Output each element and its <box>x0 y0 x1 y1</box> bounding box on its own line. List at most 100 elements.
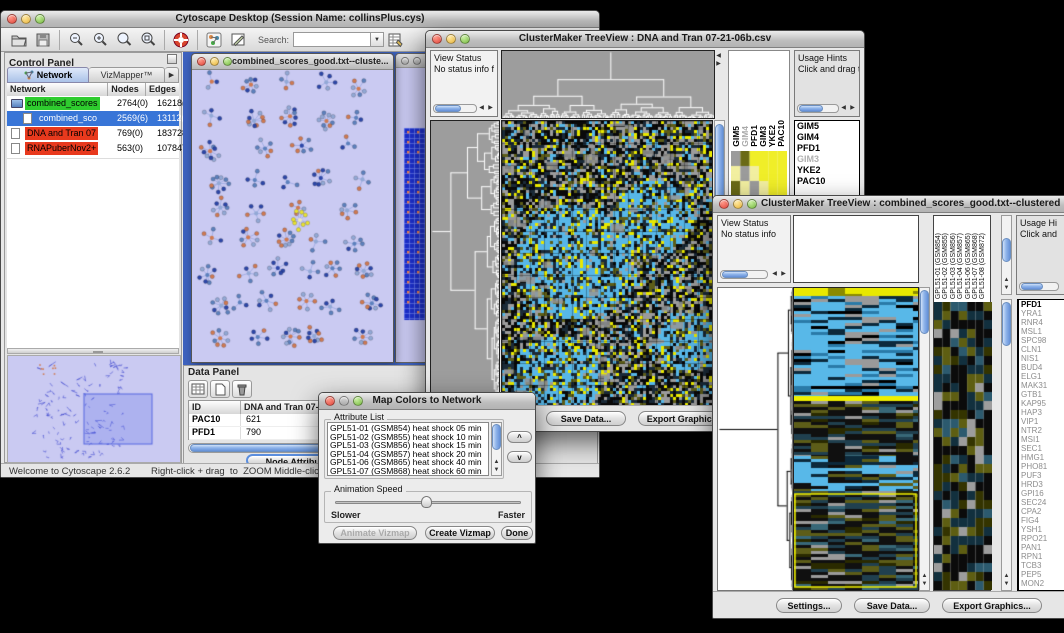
network-canvas[interactable] <box>192 70 393 362</box>
save-data-button[interactable]: Save Data... <box>854 598 930 613</box>
main-title-bar[interactable]: Cytoscape Desktop (Session Name: collins… <box>1 11 599 28</box>
gene-label[interactable]: PFD1 <box>795 143 859 154</box>
attribute-table-icon[interactable] <box>384 29 408 51</box>
treeview1-title-bar[interactable]: ClusterMaker TreeView : DNA and Tran 07-… <box>426 31 864 48</box>
zoom-in-icon[interactable] <box>88 29 112 51</box>
scroll-left-arrow[interactable]: ◀ <box>770 271 779 278</box>
panel-splitter[interactable] <box>7 348 179 354</box>
save-icon[interactable] <box>31 29 55 51</box>
gene-label[interactable]: SPC98 <box>1019 336 1064 345</box>
open-folder-icon[interactable] <box>7 29 31 51</box>
create-vizmap-button[interactable]: Create Vizmap <box>425 526 495 540</box>
treeview1-global-heatmap[interactable] <box>501 120 713 406</box>
gene-label[interactable]: GIM3 <box>795 154 859 165</box>
treeview2-global-heatmap[interactable] <box>793 287 919 591</box>
treeview2-window[interactable]: ClusterMaker TreeView : combined_scores_… <box>712 195 1064 619</box>
gene-label[interactable]: MON2 <box>1019 579 1064 588</box>
export-graphics-button[interactable]: Export Graphics... <box>942 598 1042 613</box>
gene-label[interactable]: PHO81 <box>1019 462 1064 471</box>
close-button[interactable] <box>401 57 409 65</box>
treeview2-gene-dendrogram[interactable] <box>717 287 793 591</box>
gene-label[interactable]: CPA2 <box>1019 507 1064 516</box>
attribute-list-scrollbar[interactable]: ▲▼ <box>491 422 502 476</box>
zoom-window-button[interactable] <box>223 57 232 66</box>
gene-label[interactable]: SEC1 <box>1019 444 1064 453</box>
gene-label[interactable]: PAC10 <box>795 176 859 187</box>
settings-button[interactable]: Settings... <box>776 598 842 613</box>
treeview2-gene-list[interactable]: PFD1YRA1RNR4MSL1SPC98CLN1NIS1BUD4ELG1MAK… <box>1017 299 1064 591</box>
gene-label[interactable]: VIP1 <box>1019 417 1064 426</box>
gene-label[interactable]: BUD4 <box>1019 363 1064 372</box>
gene-label[interactable]: MSI1 <box>1019 435 1064 444</box>
gene-label[interactable]: TCB3 <box>1019 561 1064 570</box>
view-status-hscrollbar[interactable] <box>433 104 477 113</box>
gene-label[interactable]: HAP3 <box>1019 408 1064 417</box>
close-button[interactable] <box>197 57 206 66</box>
help-lifering-icon[interactable] <box>169 29 193 51</box>
tab-vizmapper[interactable]: VizMapper™ <box>89 67 165 83</box>
delete-attribute-icon[interactable] <box>232 380 252 398</box>
gene-label[interactable]: CLN1 <box>1019 345 1064 354</box>
search-input[interactable] <box>293 32 371 47</box>
animate-vizmap-button[interactable]: Animate Vizmap <box>333 526 417 540</box>
treeview2-zoom-heatmap[interactable] <box>934 302 992 590</box>
gene-label[interactable]: YSH1 <box>1019 525 1064 534</box>
zoom-selected-icon[interactable] <box>136 29 160 51</box>
gene-label[interactable]: PAN1 <box>1019 543 1064 552</box>
gene-label[interactable]: HMG1 <box>1019 453 1064 462</box>
gene-label[interactable]: RNR4 <box>1019 318 1064 327</box>
minimize-button[interactable] <box>210 57 219 66</box>
scroll-left-arrow[interactable]: ◀ <box>839 105 848 112</box>
gene-label[interactable]: GPI16 <box>1019 489 1064 498</box>
gene-label[interactable]: KAP95 <box>1019 399 1064 408</box>
dialog-title-bar[interactable]: Map Colors to Network <box>319 393 535 410</box>
float-panel-icon[interactable] <box>167 54 177 64</box>
gene-label[interactable]: MSL1 <box>1019 327 1064 336</box>
tab-network[interactable]: Network <box>7 67 89 83</box>
scroll-right-arrow[interactable]: ▶ <box>486 105 495 112</box>
network-table-row[interactable]: combined_scores2764(0)16218(0) <box>7 96 179 111</box>
tab-overflow-button[interactable]: ▶ <box>165 67 179 83</box>
attribute-item[interactable]: GPL51-07 (GSM868) heat shock 60 min <box>330 467 486 476</box>
treeview1-array-dendrogram[interactable] <box>501 50 715 119</box>
gene-label[interactable]: YRA1 <box>1019 309 1064 318</box>
new-attribute-icon[interactable] <box>210 380 230 398</box>
done-button[interactable]: Done <box>501 526 533 540</box>
vizmapper-icon[interactable] <box>202 29 226 51</box>
minimize-button[interactable] <box>413 57 421 65</box>
view-status-hscrollbar[interactable] <box>720 270 768 279</box>
gene-label[interactable]: GTB1 <box>1019 390 1064 399</box>
gene-label[interactable]: NTR2 <box>1019 426 1064 435</box>
map-colors-dialog[interactable]: Map Colors to Network Attribute List GPL… <box>318 392 536 544</box>
gene-label[interactable]: SEC24 <box>1019 498 1064 507</box>
gene-label[interactable]: MAK31 <box>1019 381 1064 390</box>
annotation-icon[interactable] <box>226 29 250 51</box>
treeview2-title-bar[interactable]: ClusterMaker TreeView : combined_scores_… <box>713 196 1064 213</box>
usage-hints-hscrollbar[interactable] <box>1019 282 1059 291</box>
gene-label[interactable]: PFD1 <box>1019 300 1064 309</box>
scroll-left-arrow[interactable]: ◀ <box>477 105 486 112</box>
search-dropdown-button[interactable]: ▼ <box>371 32 384 47</box>
zoom-out-icon[interactable] <box>64 29 88 51</box>
speed-slider-thumb[interactable] <box>421 496 432 508</box>
scroll-right-arrow[interactable]: ▶ <box>779 271 788 278</box>
attribute-list[interactable]: GPL51-01 (GSM854) heat shock 05 minGPL51… <box>327 422 489 476</box>
network-view-window[interactable]: combined_scores_good.txt--cluste... <box>191 53 394 363</box>
treeview2-label-vscrollbar-top[interactable]: ▲▼ <box>1001 215 1012 295</box>
gene-label[interactable]: FIG4 <box>1019 516 1064 525</box>
gene-label[interactable]: PUF3 <box>1019 471 1064 480</box>
dendro-scroll-left[interactable]: ◀ <box>714 53 723 60</box>
gene-label[interactable]: PEP5 <box>1019 570 1064 579</box>
gene-label[interactable]: GIM4 <box>795 132 859 143</box>
dendro-scroll-right[interactable]: ▶ <box>714 61 723 68</box>
treeview1-gene-dendrogram[interactable] <box>430 120 500 406</box>
gene-label[interactable]: RPO21 <box>1019 534 1064 543</box>
treeview2-label-vscrollbar[interactable]: ▲▼ <box>1001 299 1012 591</box>
gene-label[interactable]: YKE2 <box>795 165 859 176</box>
gene-label[interactable]: GIM5 <box>795 121 859 132</box>
network-table-row[interactable]: combined_sco2569(6)13112(15) <box>7 111 179 126</box>
birdseye-view-canvas[interactable] <box>7 355 181 463</box>
treeview2-global-vscrollbar[interactable]: ▲▼ <box>919 287 930 591</box>
gene-label[interactable]: ELG1 <box>1019 372 1064 381</box>
network-table-row[interactable]: RNAPuberNov2+563(0)107847(0) <box>7 141 179 156</box>
